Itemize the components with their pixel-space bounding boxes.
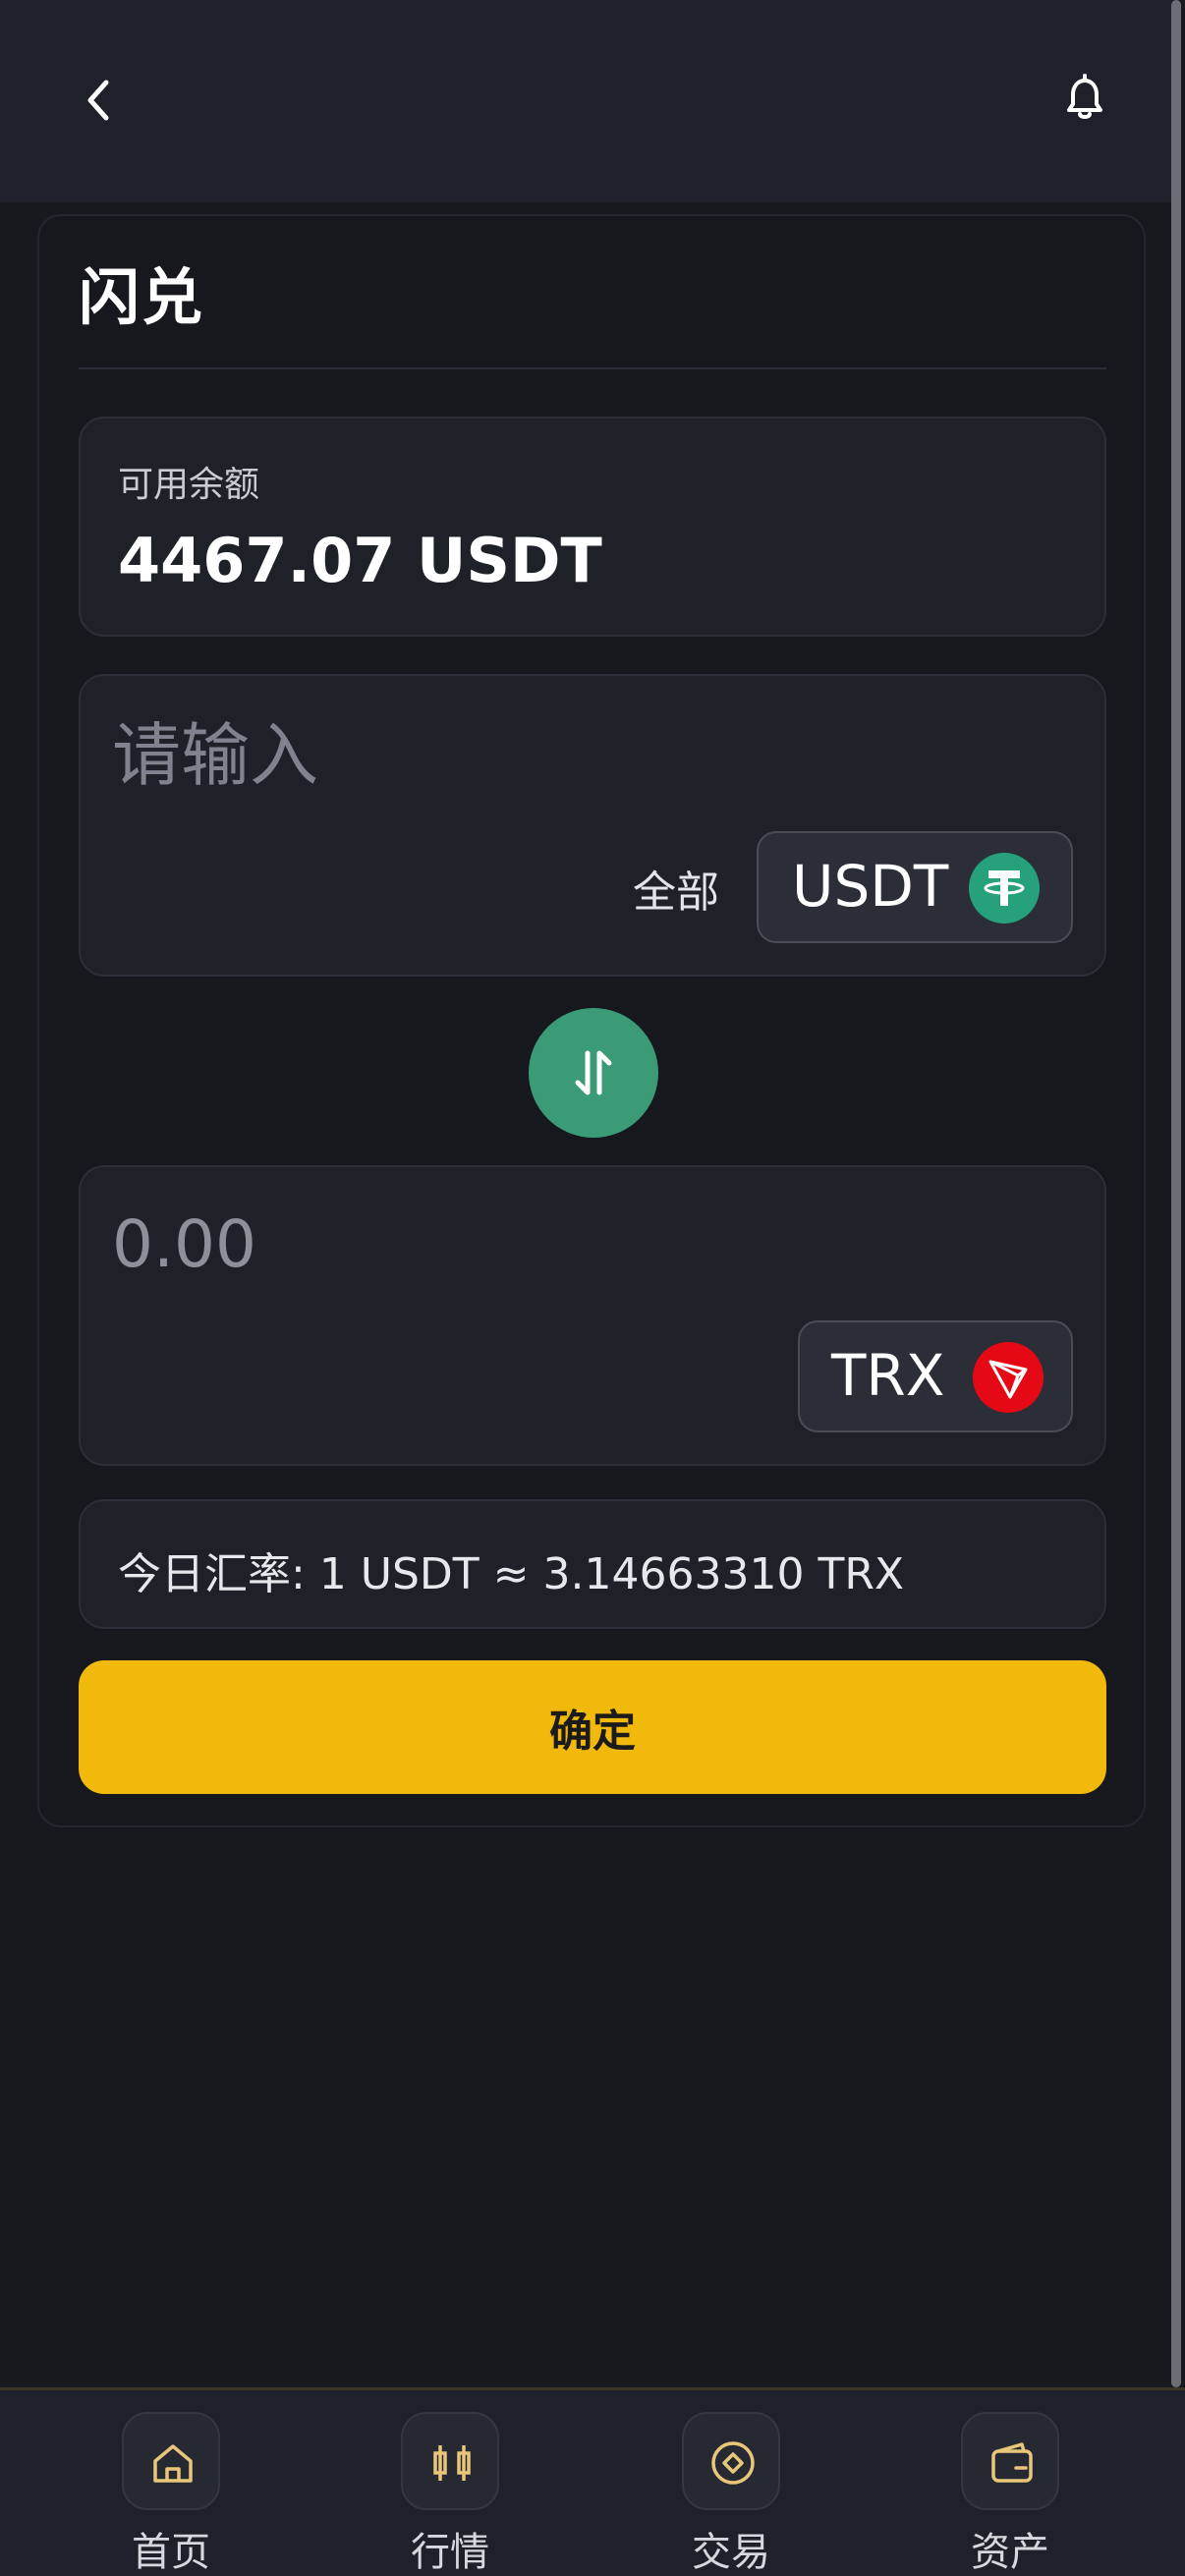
balance-value: 4467.07 USDT (118, 525, 602, 596)
top-header (0, 0, 1171, 202)
nav-label-trade: 交易 (692, 2530, 770, 2575)
amount-input[interactable] (112, 711, 898, 800)
exchange-card: 闪兑 可用余额 4467.07 USDT 全部 | USDT (37, 214, 1146, 1827)
page-title: 闪兑 (79, 261, 205, 333)
tron-icon (973, 1342, 1044, 1413)
swap-button[interactable] (529, 1008, 658, 1138)
to-amount: 0.00 (112, 1206, 256, 1282)
nav-label-assets: 资产 (971, 2530, 1049, 2575)
balance-panel: 可用余额 4467.07 USDT (79, 417, 1106, 637)
from-coin-label: USDT (792, 853, 949, 920)
nav-item-market[interactable]: 行情 (371, 2412, 529, 2575)
nav-label-market: 行情 (411, 2530, 489, 2575)
home-icon (153, 2444, 193, 2483)
candlestick-icon (433, 2445, 471, 2481)
notification-button[interactable] (1053, 67, 1116, 130)
from-panel: 全部 | USDT (79, 674, 1106, 977)
to-panel: 0.00 TRX (79, 1165, 1106, 1466)
from-coin-selector[interactable]: USDT (757, 831, 1073, 943)
wallet-icon (991, 2442, 1033, 2483)
confirm-button[interactable]: 确定 (79, 1660, 1106, 1794)
tether-icon (969, 853, 1040, 924)
rate-panel: 今日汇率: 1 USDT ≈ 3.14663310 TRX (79, 1499, 1106, 1629)
back-button[interactable] (69, 69, 132, 132)
nav-item-home[interactable]: 首页 (92, 2412, 250, 2575)
flash-exchange-page: 闪兑 可用余额 4467.07 USDT 全部 | USDT (0, 0, 1185, 2576)
balance-label: 可用余额 (118, 465, 260, 505)
swap-vertical-icon (575, 1050, 612, 1095)
title-divider (79, 367, 1106, 369)
to-coin-selector[interactable]: TRX (798, 1320, 1073, 1432)
to-coin-label: TRX (831, 1342, 945, 1409)
nav-label-home: 首页 (132, 2530, 210, 2575)
bell-icon (1067, 74, 1102, 119)
nav-item-trade[interactable]: 交易 (652, 2412, 810, 2575)
exchange-rate: 今日汇率: 1 USDT ≈ 3.14663310 TRX (118, 1549, 905, 1599)
scrollbar[interactable] (1171, 0, 1181, 2387)
chevron-left-icon (87, 80, 109, 121)
trade-icon (711, 2441, 755, 2485)
bottom-nav: 首页 行情 交易 资产 (0, 2387, 1185, 2576)
nav-item-assets[interactable]: 资产 (931, 2412, 1089, 2575)
all-button[interactable]: 全部 (633, 857, 719, 920)
